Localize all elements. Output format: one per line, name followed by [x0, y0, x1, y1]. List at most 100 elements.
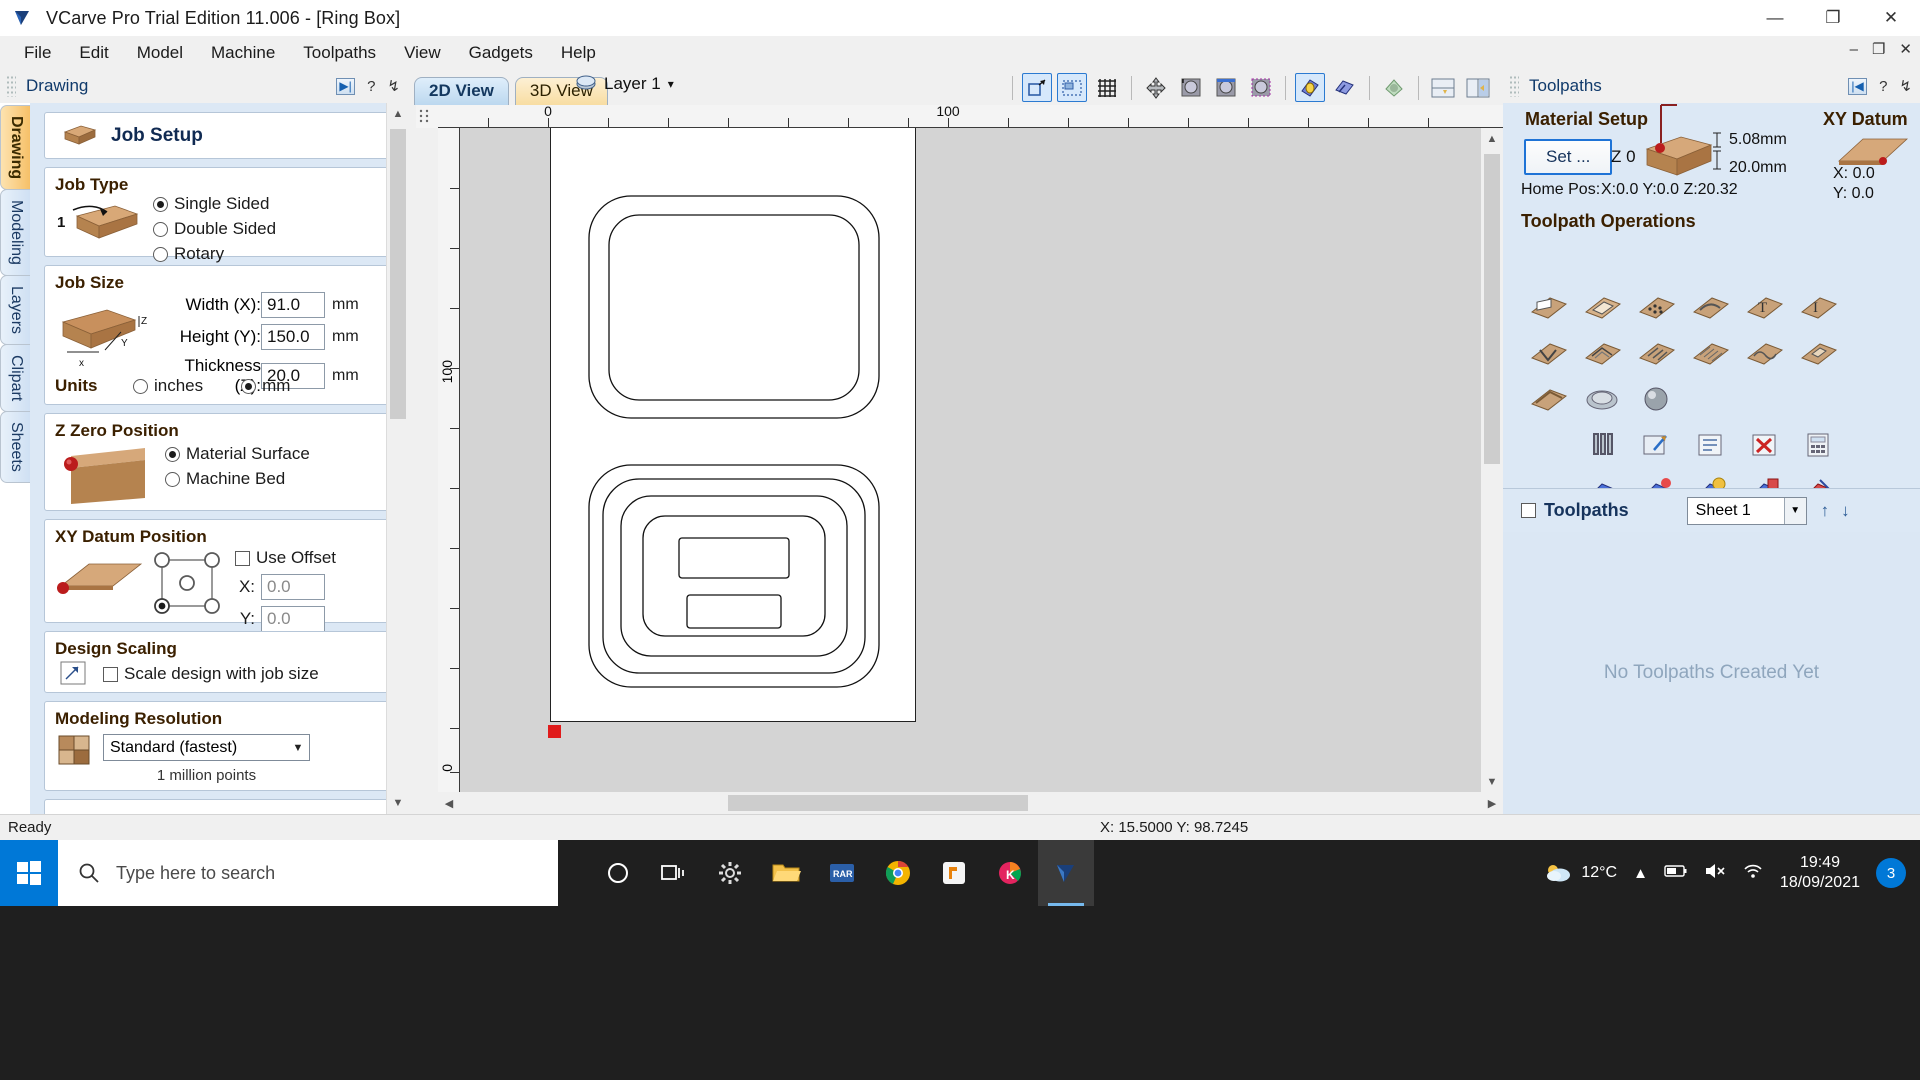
vcarve-taskbar-icon[interactable]: [1038, 840, 1094, 906]
chrome-icon[interactable]: [870, 840, 926, 906]
maximize-button[interactable]: ❐: [1804, 0, 1862, 36]
chamfer-toolpath-icon[interactable]: [1528, 382, 1568, 416]
tab-2d-view[interactable]: 2D View: [414, 77, 509, 105]
material-surface-radio[interactable]: [165, 446, 180, 462]
toolpaths-help-icon[interactable]: ?: [1879, 78, 1887, 95]
minimize-button[interactable]: —: [1746, 0, 1804, 36]
canvas-vscroll-thumb[interactable]: [1484, 154, 1500, 464]
chevron-down-icon[interactable]: ▼: [287, 735, 309, 760]
scale-design-row[interactable]: Scale design with job size: [103, 664, 319, 684]
menu-file[interactable]: File: [10, 39, 65, 67]
vertical-ruler[interactable]: 100 0: [438, 128, 460, 793]
pocket-toolpath-icon[interactable]: [1582, 290, 1622, 324]
3d-finish-toolpath-icon[interactable]: [1636, 382, 1676, 416]
toggle-grid-icon[interactable]: [1092, 73, 1122, 102]
units-mm-radio[interactable]: [241, 378, 257, 394]
left-scroll-thumb[interactable]: [390, 129, 406, 419]
start-button[interactable]: [0, 840, 58, 906]
tab-modeling[interactable]: Modeling: [0, 189, 30, 277]
inlay-toolpath-icon[interactable]: [1798, 336, 1838, 370]
weather-widget[interactable]: 12°C: [1543, 861, 1617, 885]
search-box[interactable]: Type here to search: [58, 840, 558, 906]
app-orange-icon[interactable]: [926, 840, 982, 906]
sheet-chevron-down-icon[interactable]: ▼: [1783, 497, 1806, 524]
winrar-icon[interactable]: RAR: [814, 840, 870, 906]
canvas-scroll-up-button[interactable]: ▲: [1481, 128, 1503, 150]
horizontal-ruler[interactable]: 0 100: [438, 103, 1503, 128]
units-inches-radio[interactable]: [133, 378, 148, 394]
edit-toolpath-icon[interactable]: [1636, 428, 1676, 462]
panel-collapse-icon[interactable]: ▶|: [336, 77, 356, 95]
vcarve-toolpath-icon[interactable]: [1528, 336, 1568, 370]
toolpaths-panel-grip-icon[interactable]: [1509, 75, 1519, 97]
3d-rough-toolpath-icon[interactable]: [1582, 382, 1622, 416]
use-offset-row[interactable]: Use Offset: [235, 548, 336, 568]
material-set-button[interactable]: Set ...: [1524, 139, 1613, 175]
doc-restore-button[interactable]: ❐: [1870, 40, 1887, 58]
toolpaths-visibility-checkbox[interactable]: [1521, 503, 1536, 518]
use-offset-checkbox[interactable]: [235, 550, 250, 566]
left-panel-scrollbar[interactable]: ▲ ▼: [386, 103, 409, 814]
profile-toolpath-icon[interactable]: [1528, 290, 1568, 324]
left-scroll-down-button[interactable]: ▼: [387, 792, 409, 814]
sheet-selector[interactable]: Sheet 1 ▼: [1686, 496, 1807, 525]
toolpaths-collapse-icon[interactable]: |◀: [1848, 77, 1868, 95]
z-zero-option-bed[interactable]: Machine Bed: [165, 469, 310, 489]
prism-carve-icon[interactable]: [1582, 336, 1622, 370]
job-type-option-rotary[interactable]: Rotary: [153, 244, 276, 264]
tab-sheets[interactable]: Sheets: [0, 411, 30, 484]
tab-drawing[interactable]: Drawing: [0, 105, 30, 191]
zoom-to-selection-icon[interactable]: [1022, 73, 1052, 102]
text-toolpath-icon[interactable]: I: [1798, 290, 1838, 324]
job-type-option-double[interactable]: Double Sided: [153, 219, 276, 239]
estimate-time-icon[interactable]: [1798, 428, 1838, 462]
molding-toolpath-icon[interactable]: [1744, 336, 1784, 370]
xy-datum-selector[interactable]: [151, 550, 223, 616]
scale-design-checkbox[interactable]: [103, 666, 118, 682]
quick-engrave-icon[interactable]: [1690, 290, 1730, 324]
menu-help[interactable]: Help: [547, 39, 610, 67]
toolpath-list-icon[interactable]: [1690, 428, 1730, 462]
vcarve-text-icon[interactable]: T: [1744, 290, 1784, 324]
z-zero-option-surface[interactable]: Material Surface: [165, 444, 310, 464]
canvas-scroll-left-button[interactable]: ◀: [438, 792, 460, 814]
rotary-radio[interactable]: [153, 246, 168, 262]
menu-machine[interactable]: Machine: [197, 39, 289, 67]
tab-layers[interactable]: Layers: [0, 275, 30, 346]
canvas-hscroll-thumb[interactable]: [728, 795, 1028, 811]
left-scroll-up-button[interactable]: ▲: [387, 103, 409, 125]
tab-clipart[interactable]: Clipart: [0, 344, 30, 413]
split-view-horizontal-icon[interactable]: [1428, 73, 1458, 102]
canvas-vertical-scrollbar[interactable]: ▲ ▼: [1481, 128, 1503, 793]
layer-selector[interactable]: Layer 1 ▾: [575, 74, 674, 94]
panel-grip-icon[interactable]: [6, 75, 16, 97]
pan-icon[interactable]: [1141, 73, 1171, 102]
file-explorer-icon[interactable]: [758, 840, 814, 906]
zoom-in-icon[interactable]: [1176, 73, 1206, 102]
zoom-to-drawing-icon[interactable]: [1057, 73, 1087, 102]
panel-help-icon[interactable]: ?: [367, 78, 375, 95]
width-input[interactable]: [261, 292, 325, 318]
zoom-out-icon[interactable]: [1211, 73, 1241, 102]
panel-pin-icon[interactable]: ↯: [387, 77, 400, 95]
menu-model[interactable]: Model: [123, 39, 197, 67]
menu-gadgets[interactable]: Gadgets: [455, 39, 547, 67]
3d-model-icon[interactable]: [1379, 73, 1409, 102]
task-view-icon[interactable]: [646, 840, 702, 906]
tool-database-icon[interactable]: [1582, 428, 1622, 462]
menu-view[interactable]: View: [390, 39, 455, 67]
canvas-scroll-down-button[interactable]: ▼: [1481, 771, 1503, 793]
layer-caret-icon[interactable]: ▾: [668, 77, 674, 91]
canvas-horizontal-scrollbar[interactable]: ◀ ▶: [438, 792, 1503, 814]
volume-mute-icon[interactable]: [1704, 862, 1726, 885]
drilling-toolpath-icon[interactable]: [1636, 290, 1676, 324]
doc-close-button[interactable]: ✕: [1897, 40, 1914, 58]
job-type-option-single[interactable]: Single Sided: [153, 194, 276, 214]
chevron-up-icon[interactable]: ▲: [1633, 865, 1648, 882]
height-input[interactable]: [261, 324, 325, 350]
delete-toolpath-icon[interactable]: [1744, 428, 1784, 462]
single-sided-radio[interactable]: [153, 196, 168, 212]
toolpath-preview-icon[interactable]: [1330, 73, 1360, 102]
canvas-scroll-right-button[interactable]: ▶: [1481, 792, 1503, 814]
doc-minimize-button[interactable]: –: [1848, 41, 1860, 58]
